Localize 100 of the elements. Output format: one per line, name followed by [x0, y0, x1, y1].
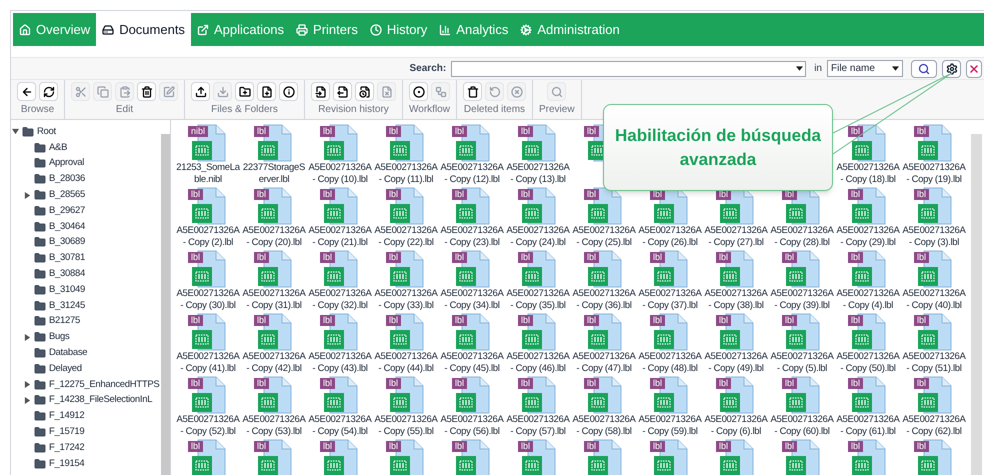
label-file-icon[interactable] — [850, 187, 886, 225]
label-file-icon[interactable] — [256, 187, 292, 225]
file-name[interactable]: A5E00271326A - Copy (23).lbl — [439, 225, 505, 249]
file-name[interactable]: A5E00271326A - Copy (28).lbl — [769, 225, 835, 249]
file-name[interactable]: A5E00271326A - Copy (6).lbl — [703, 414, 769, 438]
label-file-icon[interactable] — [190, 250, 226, 288]
toolbar-button[interactable] — [39, 82, 58, 101]
file-name[interactable]: A5E00271326A - Copy (4).lbl — [835, 288, 901, 312]
tree-item[interactable]: B_30781 — [49, 251, 85, 266]
tree-item[interactable]: B_30464 — [49, 220, 85, 234]
expand-toggle[interactable] — [12, 128, 18, 136]
toolbar-button[interactable] — [279, 82, 298, 101]
tree-item[interactable]: Root — [37, 124, 56, 140]
toolbar-button[interactable] — [463, 82, 482, 101]
toolbar-button[interactable] — [311, 82, 330, 101]
file-name[interactable]: A5E00271326A - Copy (43).lbl — [307, 351, 373, 375]
scope-select[interactable]: File name — [827, 60, 903, 77]
file-name[interactable]: A5E00271326A - Copy (37).lbl — [637, 288, 703, 312]
label-file-icon[interactable] — [652, 376, 688, 414]
label-file-icon[interactable] — [190, 124, 226, 162]
file-name[interactable]: A5E00271326A - Copy (27).lbl — [703, 225, 769, 249]
tree-item[interactable]: Database — [49, 346, 88, 360]
label-file-icon[interactable] — [916, 313, 952, 351]
label-file-icon[interactable] — [454, 124, 490, 162]
file-name[interactable]: A5E00271326A - Copy (51).lbl — [901, 351, 967, 375]
file-name[interactable]: A5E00271326A - Copy (35).lbl — [505, 288, 571, 312]
label-file-icon[interactable] — [190, 313, 226, 351]
advanced-search-button[interactable] — [942, 60, 961, 78]
tree-item[interactable]: B_29627 — [49, 204, 85, 218]
tree-item[interactable]: B21275 — [49, 314, 80, 329]
label-file-icon[interactable] — [718, 250, 754, 288]
file-name[interactable]: A5E00271326A - Copy (55).lbl — [373, 414, 439, 438]
label-file-icon[interactable] — [454, 250, 490, 288]
file-name[interactable]: A5E00271326A - Copy (41).lbl — [175, 351, 241, 375]
tree-item[interactable]: F_15719 — [49, 424, 84, 440]
label-file-icon[interactable] — [586, 439, 622, 475]
label-file-icon[interactable] — [850, 313, 886, 351]
label-file-icon[interactable] — [850, 124, 886, 162]
tree-item[interactable]: F_12275_EnhancedHTTPS — [49, 378, 160, 392]
label-file-icon[interactable] — [586, 376, 622, 414]
file-name[interactable]: A5E00271326A - Copy (49).lbl — [703, 351, 769, 375]
label-file-icon[interactable] — [256, 124, 292, 162]
file-name[interactable]: 22377StorageServer.lbl — [241, 162, 307, 186]
file-name[interactable]: A5E00271326A - Copy (48).lbl — [637, 351, 703, 375]
label-file-icon[interactable] — [388, 187, 424, 225]
file-name[interactable]: 21253_SomeLable.nibl — [175, 162, 241, 186]
label-file-icon[interactable] — [322, 124, 358, 162]
file-name[interactable]: A5E00271326A - Copy (19).lbl — [901, 162, 967, 186]
label-file-icon[interactable] — [520, 439, 556, 475]
label-file-icon[interactable] — [718, 439, 754, 475]
file-name[interactable]: A5E00271326A - Copy (36).lbl — [571, 288, 637, 312]
label-file-icon[interactable] — [454, 187, 490, 225]
label-file-icon[interactable] — [916, 250, 952, 288]
file-name[interactable]: A5E00271326A - Copy (2).lbl — [175, 225, 241, 249]
label-file-icon[interactable] — [454, 439, 490, 475]
label-file-icon[interactable] — [784, 376, 820, 414]
tree-item[interactable]: Approval — [49, 156, 84, 171]
tree-item[interactable]: F_14238_FileSelectionInL — [49, 393, 152, 408]
file-name[interactable]: A5E00271326A - Copy (31).lbl — [241, 288, 307, 312]
file-name[interactable]: A5E00271326A - Copy (30).lbl — [175, 288, 241, 312]
search-field[interactable] — [451, 60, 806, 76]
tree-item[interactable]: Bugs — [49, 330, 70, 344]
label-file-icon[interactable] — [652, 250, 688, 288]
label-file-icon[interactable] — [850, 376, 886, 414]
file-name[interactable]: A5E00271326A - Copy (61).lbl — [835, 414, 901, 438]
label-file-icon[interactable] — [916, 439, 952, 475]
label-file-icon[interactable] — [256, 376, 292, 414]
label-file-icon[interactable] — [784, 250, 820, 288]
label-file-icon[interactable] — [256, 313, 292, 351]
expand-toggle[interactable] — [24, 381, 30, 388]
file-name[interactable]: A5E00271326A - Copy (33).lbl — [373, 288, 439, 312]
clear-search-button[interactable] — [966, 60, 982, 78]
label-file-icon[interactable] — [652, 439, 688, 475]
file-name[interactable]: A5E00271326A - Copy (58).lbl — [571, 414, 637, 438]
label-file-icon[interactable] — [520, 124, 556, 162]
toolbar-button[interactable] — [355, 82, 374, 101]
toolbar-button[interactable] — [235, 82, 254, 101]
label-file-icon[interactable] — [322, 439, 358, 475]
label-file-icon[interactable] — [652, 313, 688, 351]
scrollbar[interactable] — [971, 134, 982, 475]
scrollbar[interactable] — [161, 134, 170, 475]
file-name[interactable]: A5E00271326A - Copy (18).lbl — [835, 162, 901, 186]
label-file-icon[interactable] — [916, 187, 952, 225]
label-file-icon[interactable] — [916, 376, 952, 414]
file-name[interactable]: A5E00271326A - Copy (59).lbl — [637, 414, 703, 438]
label-file-icon[interactable] — [454, 376, 490, 414]
label-file-icon[interactable] — [190, 439, 226, 475]
label-file-icon[interactable] — [520, 313, 556, 351]
file-name[interactable]: A5E00271326A - Copy (29).lbl — [835, 225, 901, 249]
label-file-icon[interactable] — [520, 376, 556, 414]
label-file-icon[interactable] — [718, 313, 754, 351]
file-name[interactable]: A5E00271326A - Copy (45).lbl — [439, 351, 505, 375]
label-file-icon[interactable] — [322, 187, 358, 225]
toolbar-button[interactable] — [137, 82, 156, 101]
file-name[interactable]: A5E00271326A - Copy (34).lbl — [439, 288, 505, 312]
label-file-icon[interactable] — [388, 124, 424, 162]
tree-item[interactable]: B_28036 — [49, 172, 85, 186]
tree-item[interactable]: Delayed — [49, 362, 82, 376]
tree-item[interactable]: B_31245 — [49, 298, 85, 313]
label-file-icon[interactable] — [256, 250, 292, 288]
